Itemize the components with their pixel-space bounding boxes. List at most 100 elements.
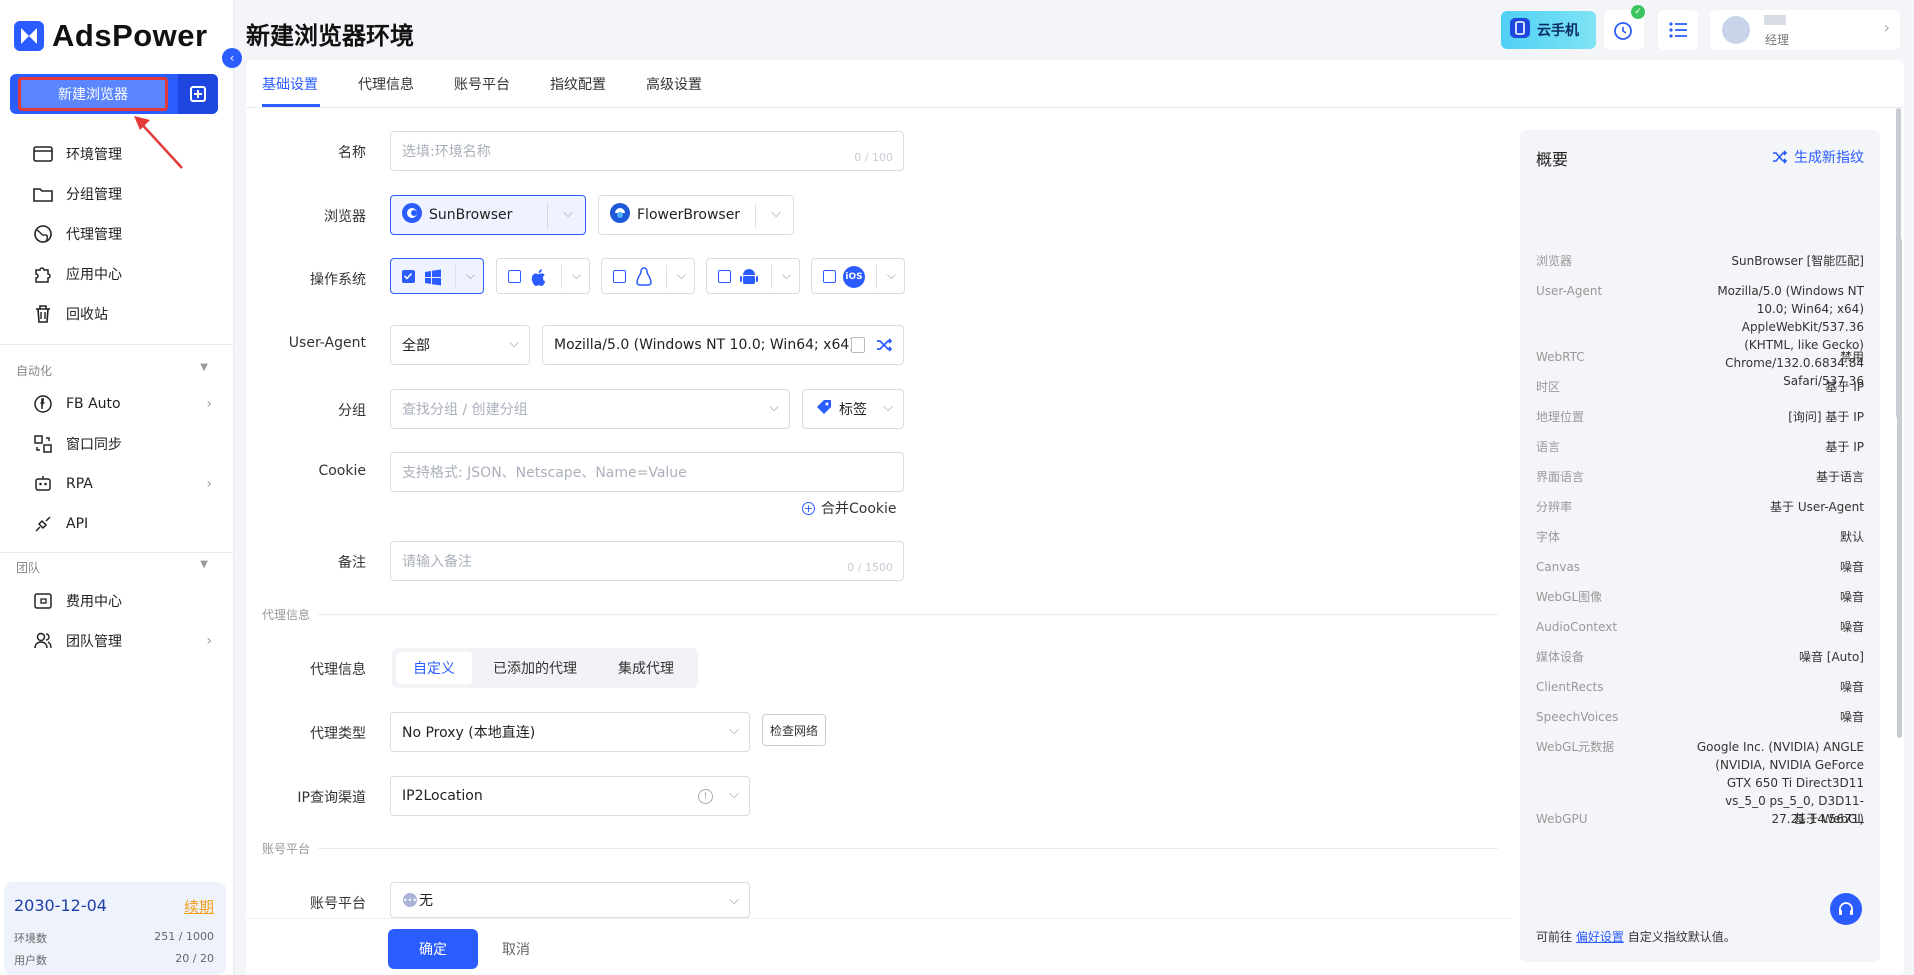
ip-channel-select[interactable]: IP2Location ! ⌵ <box>390 776 750 816</box>
robot-icon <box>32 473 54 495</box>
new-browser-button[interactable]: 新建浏览器 <box>18 77 168 111</box>
account-platform-select[interactable]: ••• 无 ⌵ <box>390 882 750 918</box>
sidebar: AdsPower 新建浏览器 环境管理 分组管理 代理管理 应用中心 回收站 自… <box>0 0 234 975</box>
checkbox-checked-icon[interactable] <box>402 270 415 283</box>
team-section[interactable]: 团队 ▼ <box>16 559 208 576</box>
cookie-input[interactable]: 支持格式: JSON、Netscape、Name=Value <box>390 452 904 492</box>
summary-key: SpeechVoices <box>1536 710 1619 724</box>
logo-text: AdsPower <box>52 18 208 53</box>
support-button[interactable] <box>1830 893 1862 925</box>
caret-down-icon: ▼ <box>200 559 208 570</box>
summary-value: 噪音 <box>1839 560 1864 574</box>
summary-value: 噪音 [Auto] <box>1798 650 1864 664</box>
ip-channel-label: IP查询渠道 <box>297 790 366 806</box>
automation-section[interactable]: 自动化 ▼ <box>16 362 208 379</box>
sidebar-item-trash[interactable]: 回收站 <box>32 301 212 327</box>
checkbox-icon[interactable] <box>823 270 836 283</box>
generate-fingerprint-button[interactable]: 生成新指纹 <box>1772 147 1864 167</box>
note-label: 备注 <box>338 555 366 571</box>
sidebar-item-team[interactable]: 团队管理 › <box>32 628 212 654</box>
chevron-down-icon: ⌵ <box>883 400 893 415</box>
summary-value: 基于语言 <box>1815 470 1864 484</box>
checkbox-icon[interactable] <box>718 270 731 283</box>
sidebar-item-env[interactable]: 环境管理 <box>32 141 212 167</box>
checkbox-icon[interactable] <box>613 270 626 283</box>
user-role: 经理 <box>1765 33 1790 47</box>
task-list-button[interactable] <box>1658 10 1698 50</box>
sidebar-item-api[interactable]: API <box>32 511 212 537</box>
os-windows[interactable]: ⌵ <box>390 258 484 294</box>
summary-value: Mozilla/5.0 (Windows NT 10.0; Win64; x64… <box>1717 284 1864 388</box>
sync-status-button[interactable]: ✓ <box>1604 5 1645 50</box>
group-select[interactable]: 查找分组 / 创建分组 ⌵ <box>390 389 790 429</box>
globe-icon <box>32 223 54 245</box>
preferences-link[interactable]: 偏好设置 <box>1576 930 1624 944</box>
summary-value: 噪音 <box>1839 620 1864 634</box>
cloud-phone-button[interactable]: 云手机 <box>1501 11 1596 49</box>
cloud-phone-icon <box>1509 17 1531 43</box>
summary-value: 禁用 <box>1839 350 1864 364</box>
collapse-sidebar-button[interactable]: ‹ <box>222 48 242 68</box>
proxy-mode-custom[interactable]: 自定义 <box>396 652 472 684</box>
shuffle-icon[interactable] <box>875 336 893 358</box>
sidebar-item-fb-auto[interactable]: FB Auto › <box>32 391 212 417</box>
sidebar-item-billing[interactable]: 费用中心 <box>32 588 212 614</box>
summary-footer: 可前往 偏好设置 自定义指纹默认值。 <box>1536 930 1736 944</box>
chevron-down-icon: ⌵ <box>769 400 779 415</box>
summary-key: 浏览器 <box>1536 254 1573 268</box>
summary-key: WebGPU <box>1536 812 1588 826</box>
sunbrowser-option[interactable]: SunBrowser ⌵ <box>390 195 586 235</box>
info-icon[interactable]: ! <box>698 789 713 804</box>
sidebar-item-window-sync[interactable]: 窗口同步 <box>32 431 212 457</box>
note-char-count: 0 / 1500 <box>847 561 893 574</box>
summary-value: 基于 User-Agent <box>1770 500 1864 514</box>
os-android[interactable]: ⌵ <box>706 258 800 294</box>
os-ios[interactable]: iOS ⌵ <box>811 258 905 294</box>
tab-account[interactable]: 账号平台 <box>454 74 510 94</box>
confirm-button[interactable]: 确定 <box>388 929 478 969</box>
tab-active-indicator <box>262 104 320 107</box>
summary-value: 噪音 <box>1839 710 1864 724</box>
cancel-button[interactable]: 取消 <box>502 939 530 959</box>
tab-basic[interactable]: 基础设置 <box>262 74 318 94</box>
chevron-down-icon: ⌵ <box>509 336 519 351</box>
linux-icon <box>636 267 652 286</box>
tab-fingerprint[interactable]: 指纹配置 <box>550 74 606 94</box>
flowerbrowser-option[interactable]: FlowerBrowser ⌵ <box>598 195 794 235</box>
tag-select[interactable]: 标签 ⌵ <box>802 389 904 429</box>
check-network-button[interactable]: 检查网络 <box>762 714 826 746</box>
checkbox-icon[interactable] <box>508 270 521 283</box>
summary-key: WebRTC <box>1536 350 1585 364</box>
puzzle-icon <box>32 263 54 285</box>
sidebar-item-group[interactable]: 分组管理 <box>32 181 212 207</box>
merge-cookie-button[interactable]: + 合并Cookie <box>802 498 912 518</box>
batch-add-button[interactable] <box>178 74 218 114</box>
renew-link[interactable]: 续期 <box>184 896 214 917</box>
group-label: 分组 <box>338 403 366 419</box>
account-platform-label: 账号平台 <box>310 896 366 912</box>
chevron-down-icon: ⌵ <box>729 723 739 738</box>
main-scrollbar[interactable] <box>1896 108 1901 418</box>
user-menu[interactable]: 经理 › <box>1710 10 1900 50</box>
proxy-type-select[interactable]: No Proxy (本地直连) ⌵ <box>390 712 750 752</box>
summary-key: WebGL图像 <box>1536 590 1603 604</box>
os-linux[interactable]: ⌵ <box>601 258 695 294</box>
ua-mode-select[interactable]: 全部 ⌵ <box>390 325 530 365</box>
note-input[interactable]: 请输入备注 0 / 1500 <box>390 541 904 581</box>
sidebar-item-rpa[interactable]: RPA › <box>32 471 212 497</box>
sidebar-item-apps[interactable]: 应用中心 <box>32 261 212 287</box>
document-icon[interactable] <box>851 337 865 353</box>
ua-input[interactable]: Mozilla/5.0 (Windows NT 10.0; Win64; x64… <box>542 325 904 365</box>
chevron-down-icon: ⌵ <box>729 893 739 908</box>
proxy-mode-saved[interactable]: 已添加的代理 <box>476 652 594 684</box>
tab-proxy[interactable]: 代理信息 <box>358 74 414 94</box>
trash-icon <box>32 303 54 325</box>
sidebar-item-proxy[interactable]: 代理管理 <box>32 221 212 247</box>
wallet-icon <box>32 590 54 612</box>
proxy-mode-integrated[interactable]: 集成代理 <box>598 652 694 684</box>
name-input[interactable]: 选填:环境名称 0 / 100 <box>390 131 904 171</box>
tab-advanced[interactable]: 高级设置 <box>646 74 702 94</box>
cookie-label: Cookie <box>318 463 366 479</box>
os-macos[interactable]: ⌵ <box>496 258 590 294</box>
chevron-down-icon: ⌵ <box>771 206 781 221</box>
